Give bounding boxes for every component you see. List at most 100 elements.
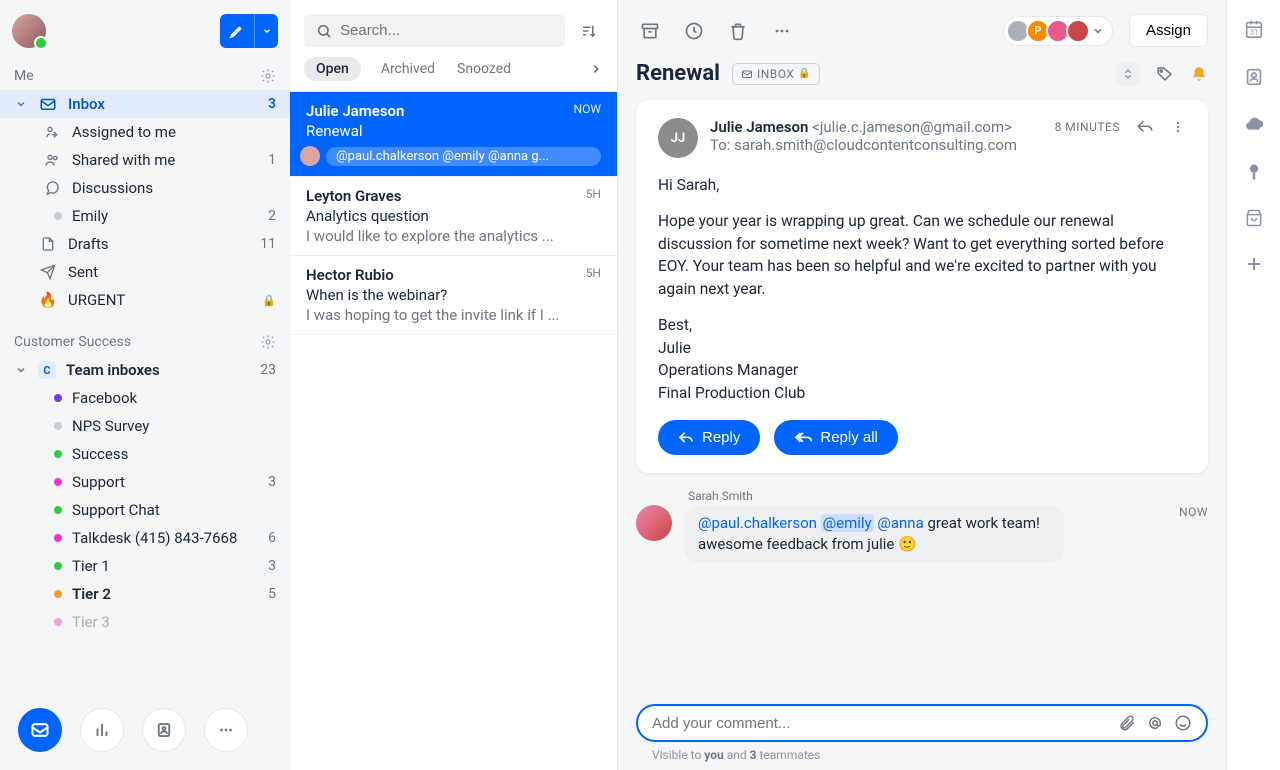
conversation-time: 5H — [586, 187, 601, 205]
lock-icon: 🔒 — [798, 68, 811, 79]
gear-icon[interactable] — [260, 68, 276, 84]
bell-icon[interactable] — [1190, 65, 1208, 83]
sidebar-item-sent[interactable]: Sent — [0, 258, 290, 286]
cloud-icon[interactable] — [1243, 114, 1265, 136]
avatar — [1066, 19, 1090, 43]
assign-button[interactable]: Assign — [1129, 14, 1208, 47]
status-dot-icon — [54, 534, 62, 542]
more-icon[interactable] — [768, 17, 796, 45]
mention[interactable]: @paul.chalkerson — [698, 514, 817, 532]
sidebar-item-label: Sent — [68, 263, 276, 281]
assignee-picker[interactable]: P — [1003, 16, 1113, 46]
sidebar-item-urgent[interactable]: 🔥 URGENT 🔒 — [0, 286, 290, 314]
sidebar-item-team-inboxes[interactable]: C Team inboxes 23 — [0, 356, 290, 384]
shopping-icon[interactable] — [1244, 208, 1264, 228]
sidebar-item-channel[interactable]: Support Chat — [0, 496, 290, 524]
analytics-fab[interactable] — [80, 708, 124, 752]
to-email: sarah.smith@cloudcontentconsulting.com — [734, 136, 1017, 154]
contact-icon[interactable] — [1243, 66, 1265, 88]
sidebar-item-channel[interactable]: Tier 3 — [0, 608, 290, 636]
status-dot-icon — [54, 478, 62, 486]
sidebar-item-channel[interactable]: Success — [0, 440, 290, 468]
sidebar-item-label: Shared with me — [72, 151, 258, 169]
status-dot-icon — [54, 212, 62, 220]
sidebar-item-channel[interactable]: Tier 13 — [0, 552, 290, 580]
pin-icon[interactable] — [1244, 162, 1264, 182]
conversation-item[interactable]: Leyton Graves5H Analytics question I wou… — [290, 177, 617, 256]
attachment-icon[interactable] — [1118, 714, 1136, 732]
sidebar-item-label: Support — [72, 473, 258, 491]
conversation-preview: I was hoping to get the invite link if I… — [306, 306, 601, 324]
send-icon — [38, 264, 58, 280]
comment-bubble: @paul.chalkerson @emily @anna great work… — [684, 505, 1064, 563]
from-email: <julie.c.jameson@gmail.com> — [812, 118, 1012, 136]
conversation-item[interactable]: Julie JamesonNOW Renewal @paul.chalkerso… — [290, 92, 617, 177]
plus-icon[interactable] — [1244, 254, 1264, 274]
inbox-fab[interactable] — [18, 708, 62, 752]
sidebar-right: 31 — [1226, 0, 1280, 770]
file-icon — [38, 236, 58, 252]
snooze-icon[interactable] — [680, 17, 708, 45]
conversation-from: Julie Jameson — [306, 102, 404, 120]
tab-snoozed[interactable]: Snoozed — [455, 57, 513, 81]
section-title: Customer Success — [14, 334, 131, 350]
lock-icon: 🔒 — [262, 294, 276, 307]
sidebar-item-label: Team inboxes — [66, 361, 250, 379]
conversation-mentions: @paul.chalkerson @emily @anna g... — [326, 147, 601, 166]
sidebar-item-inbox[interactable]: Inbox 3 — [0, 90, 290, 118]
page-title: Renewal — [636, 61, 720, 86]
comment-composer[interactable] — [636, 704, 1208, 742]
more-fab[interactable] — [204, 708, 248, 752]
reply-button[interactable]: Reply — [658, 420, 760, 455]
search-input[interactable] — [304, 14, 565, 47]
compose-button[interactable] — [220, 14, 254, 48]
reply-icon[interactable] — [1136, 118, 1154, 136]
sidebar-item-assigned-to-me[interactable]: Assigned to me — [0, 118, 290, 146]
trash-icon[interactable] — [724, 17, 752, 45]
sidebar-item-shared-with-me[interactable]: Shared with me 1 — [0, 146, 290, 174]
contacts-fab[interactable] — [142, 708, 186, 752]
conversation-item[interactable]: Hector Rubio5H When is the webinar? I wa… — [290, 256, 617, 335]
compose-dropdown[interactable] — [254, 14, 278, 48]
sidebar-item-count: 3 — [268, 558, 276, 574]
conversation-time: 5H — [586, 266, 601, 284]
status-dot-icon — [54, 506, 62, 514]
sidebar-item-channel[interactable]: Talkdesk (415) 843-76686 — [0, 524, 290, 552]
inbox-badge[interactable]: INBOX 🔒 — [732, 63, 820, 85]
tag-icon[interactable] — [1156, 65, 1174, 83]
sidebar-item-label: Support Chat — [72, 501, 266, 519]
chevron-right-icon[interactable] — [589, 62, 603, 76]
emoji-icon[interactable] — [1174, 714, 1192, 732]
kebab-icon[interactable] — [1170, 119, 1186, 135]
sidebar-item-channel[interactable]: NPS Survey — [0, 412, 290, 440]
sidebar-item-channel[interactable]: Facebook — [0, 384, 290, 412]
status-dot-icon — [54, 450, 62, 458]
status-dot-icon — [54, 394, 62, 402]
sidebar-item-label: Drafts — [68, 235, 250, 253]
tab-open[interactable]: Open — [304, 57, 361, 81]
sidebar-item-count: 2 — [268, 208, 276, 224]
sidebar-item-label: Facebook — [72, 389, 266, 407]
tab-archived[interactable]: Archived — [379, 57, 437, 81]
comment-time: NOW — [1179, 505, 1208, 519]
comment-input[interactable] — [652, 715, 1108, 732]
sidebar-item-label: URGENT — [68, 291, 252, 309]
gear-icon[interactable] — [260, 334, 276, 350]
mention[interactable]: @anna — [877, 514, 923, 532]
reply-all-button[interactable]: Reply all — [774, 420, 898, 455]
sidebar-item-discussions[interactable]: Discussions — [0, 174, 290, 202]
sidebar-item-emily[interactable]: Emily 2 — [0, 202, 290, 230]
comment-author: Sarah Smith — [688, 489, 1226, 503]
archive-icon[interactable] — [636, 17, 664, 45]
conversation-subject: When is the webinar? — [306, 286, 601, 304]
sidebar-item-drafts[interactable]: Drafts 11 — [0, 230, 290, 258]
calendar-icon[interactable]: 31 — [1243, 18, 1265, 40]
sidebar-item-channel[interactable]: Support3 — [0, 468, 290, 496]
sidebar-item-channel[interactable]: Tier 25 — [0, 580, 290, 608]
avatar-me[interactable] — [12, 14, 46, 48]
expand-icon[interactable] — [1116, 62, 1140, 86]
mention-icon[interactable] — [1146, 714, 1164, 732]
mention[interactable]: @emily — [821, 514, 874, 532]
sidebar-item-count: 23 — [260, 362, 276, 378]
sort-icon[interactable] — [575, 17, 603, 45]
